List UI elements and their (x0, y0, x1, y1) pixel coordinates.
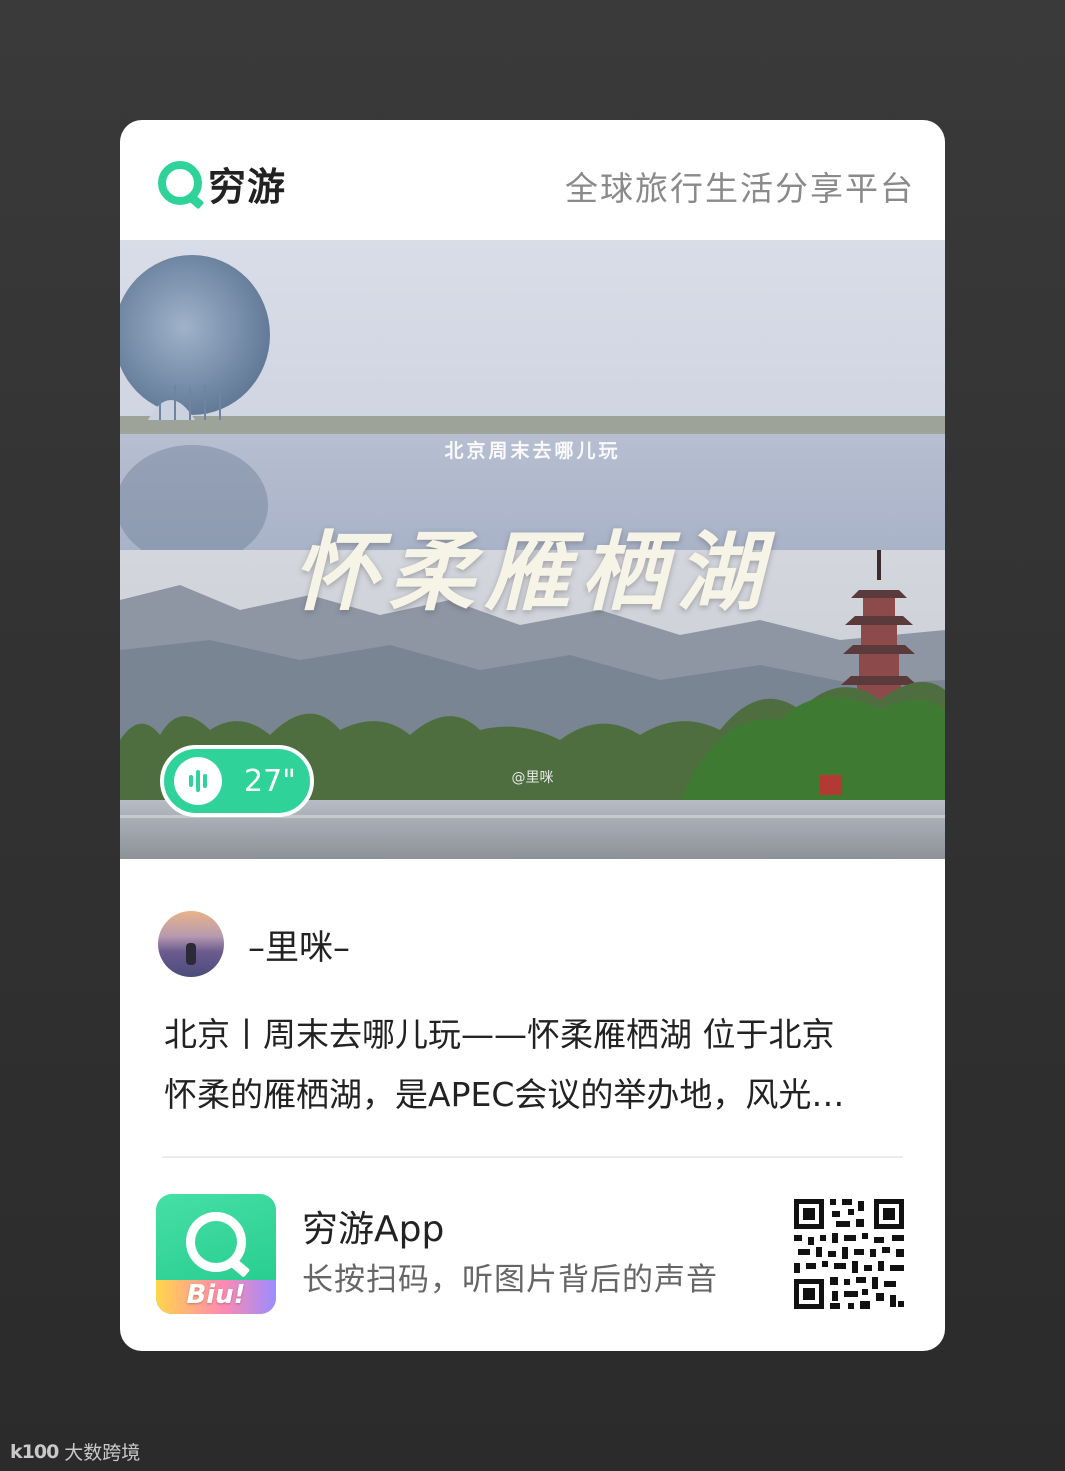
avatar[interactable] (158, 911, 224, 977)
audio-play-button[interactable]: 27" (160, 745, 314, 817)
qyer-logo: 穷游 (158, 160, 286, 209)
watermark: k100 大数跨境 (10, 1438, 140, 1465)
q-logo-icon (186, 1212, 246, 1272)
description-line: 北京丨周末去哪儿玩——怀柔雁栖湖 位于北京 (164, 1015, 835, 1054)
qr-code-icon[interactable] (792, 1197, 906, 1311)
watermark-text: 大数跨境 (64, 1442, 141, 1464)
qyer-app-icon: Biu! (156, 1194, 276, 1314)
divider (162, 1156, 903, 1158)
app-icon-text: Biu! (186, 1280, 246, 1310)
sound-wave-icon (174, 757, 222, 805)
author-name[interactable]: –里咪– (248, 920, 350, 969)
photo-subtitle: 北京周末去哪儿玩 (444, 440, 621, 462)
scan-tip: 长按扫码，听图片背后的声音 (302, 1262, 718, 1298)
card-header: 穷游 全球旅行生活分享平台 (120, 120, 945, 240)
description-line: 怀柔的雁栖湖，是APEC会议的举办地，风光… (164, 1075, 845, 1114)
audio-duration: 27" (244, 763, 296, 799)
slogan: 全球旅行生活分享平台 (565, 169, 915, 208)
logo-text: 穷游 (208, 164, 287, 209)
q-logo-icon (158, 161, 202, 205)
post-description: 北京丨周末去哪儿玩——怀柔雁栖湖 位于北京 怀柔的雁栖湖，是APEC会议的举办地… (164, 1005, 909, 1125)
watermark-logo: k100 (10, 1440, 59, 1463)
app-name: 穷游App (302, 1209, 445, 1250)
author-row[interactable]: –里咪– (158, 911, 350, 977)
share-card: 穷游 全球旅行生活分享平台 北京周末去哪儿玩 怀柔雁栖湖 @里咪 27" –里咪… (120, 120, 945, 1351)
photo-title: 怀柔雁栖湖 (292, 522, 773, 623)
